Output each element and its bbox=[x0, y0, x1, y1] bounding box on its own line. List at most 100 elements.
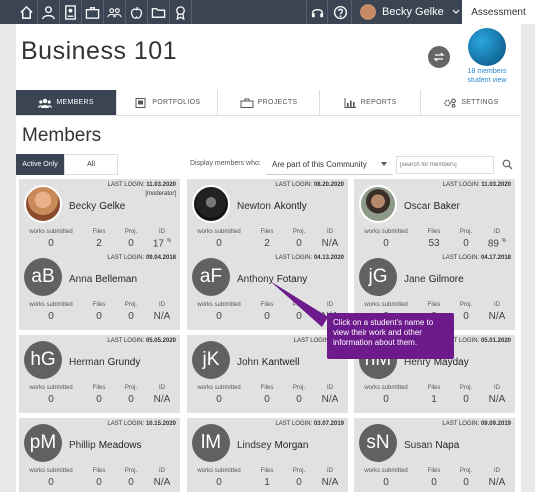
filter-active-only-button[interactable]: Active Only bbox=[16, 154, 64, 175]
stat-value: 0 bbox=[84, 394, 114, 405]
user-menu[interactable]: Becky Gelke bbox=[360, 0, 460, 24]
member-avatar[interactable]: aB bbox=[24, 258, 62, 296]
stat-label: Files bbox=[427, 385, 441, 391]
stat-label: works submitted bbox=[197, 302, 241, 308]
help-tooltip: Click on a student's name to view their … bbox=[327, 313, 454, 359]
briefcase-icon[interactable] bbox=[82, 0, 104, 24]
stat-number: 0 bbox=[383, 238, 389, 249]
person-icon[interactable] bbox=[38, 0, 60, 24]
stat-label: works submitted bbox=[197, 468, 241, 474]
stat-value: 0 bbox=[419, 477, 449, 488]
member-last-name: Grundy bbox=[107, 357, 141, 368]
stat-label: Proj. bbox=[459, 302, 473, 308]
member-avatar[interactable]: pM bbox=[24, 424, 62, 462]
stat-label: works submitted bbox=[364, 229, 408, 235]
member-first-name: Newton bbox=[237, 201, 271, 212]
switch-view-button[interactable] bbox=[428, 46, 450, 68]
stat-value: 0 bbox=[284, 238, 314, 249]
last-login-date: 03.07.2019 bbox=[313, 421, 344, 427]
member-name-link[interactable]: Newton Akontly bbox=[237, 201, 307, 212]
search-button[interactable] bbox=[500, 157, 514, 171]
stat-works: works submitted 0 bbox=[21, 229, 81, 249]
stat-value: 0 bbox=[116, 394, 146, 405]
member-name-link[interactable]: Susan Napa bbox=[404, 440, 459, 451]
portfolios-icon bbox=[135, 97, 146, 108]
assessment-tab[interactable]: Assessment bbox=[462, 0, 535, 24]
member-name-link[interactable]: Herman Grundy bbox=[69, 357, 140, 368]
folder-icon[interactable] bbox=[148, 0, 170, 24]
member-name-link[interactable]: Becky Gelke bbox=[69, 201, 125, 212]
group-icon[interactable] bbox=[104, 0, 126, 24]
swap-icon bbox=[433, 52, 445, 62]
stat-value: 2 bbox=[252, 238, 282, 249]
stat-value: 0 bbox=[356, 477, 416, 488]
member-search-input[interactable] bbox=[396, 156, 494, 174]
last-login: LAST LOGIN: 10.15.2020 bbox=[107, 421, 176, 427]
member-first-name: Susan bbox=[404, 440, 433, 451]
headset-icon[interactable] bbox=[306, 0, 328, 24]
stat-value: N/A bbox=[482, 477, 512, 488]
badge-icon[interactable] bbox=[170, 0, 192, 24]
member-card: hG Herman Grundy LAST LOGIN: 05.05.2020 work… bbox=[19, 335, 180, 413]
stat-works: works submitted 0 bbox=[356, 229, 416, 249]
member-avatar[interactable] bbox=[192, 185, 230, 223]
member-avatar[interactable]: sN bbox=[359, 424, 397, 462]
member-avatar[interactable] bbox=[359, 185, 397, 223]
id-card-icon[interactable] bbox=[60, 0, 82, 24]
tab-portfolios[interactable]: PORTFOLIOS bbox=[117, 90, 219, 115]
tab-reports[interactable]: REPORTS bbox=[320, 90, 421, 115]
member-avatar[interactable]: jG bbox=[359, 258, 397, 296]
stat-label: Proj. bbox=[459, 468, 473, 474]
member-avatar[interactable]: lM bbox=[192, 424, 230, 462]
help-icon[interactable] bbox=[330, 0, 352, 24]
stat-number: 0 bbox=[216, 238, 222, 249]
home-icon[interactable] bbox=[16, 0, 38, 24]
stat-number: N/A bbox=[488, 394, 506, 405]
tab-projects[interactable]: PROJECTS bbox=[218, 90, 320, 115]
last-login: LAST LOGIN: 05.05.2020 bbox=[107, 338, 176, 344]
member-name-link[interactable]: Oscar Baker bbox=[404, 201, 460, 212]
member-avatar[interactable]: hG bbox=[24, 341, 62, 379]
stat-value: 0 bbox=[284, 311, 314, 322]
member-name-link[interactable]: Jane Gilmore bbox=[404, 274, 464, 285]
member-name-link[interactable]: Phillip Meadows bbox=[69, 440, 142, 451]
community-picture[interactable] bbox=[468, 28, 506, 66]
last-login: LAST LOGIN: 11.03.2020 bbox=[443, 182, 511, 188]
last-login-date: 11.03.2020 bbox=[481, 182, 511, 188]
stat-id: ID N/A bbox=[315, 468, 345, 488]
stat-label: ID bbox=[494, 302, 500, 308]
stat-number: 0 bbox=[383, 477, 389, 488]
stat-number: 0 bbox=[296, 238, 302, 249]
stat-number: N/A bbox=[321, 238, 339, 249]
member-stats: works submitted 0 Files 0 Proj. 0 ID N/A bbox=[354, 468, 515, 492]
apple-icon[interactable] bbox=[126, 0, 148, 24]
filter-all-button[interactable]: All bbox=[64, 154, 118, 175]
stat-number: 0 bbox=[96, 477, 102, 488]
last-login-label: LAST LOGIN: bbox=[107, 338, 145, 344]
member-name-link[interactable]: Anna Belleman bbox=[69, 274, 137, 285]
member-name-link[interactable]: John Kantwell bbox=[237, 357, 300, 368]
member-avatar[interactable] bbox=[24, 185, 62, 223]
member-avatar[interactable]: jK bbox=[192, 341, 230, 379]
user-name: Becky Gelke bbox=[382, 6, 444, 18]
stat-files: Files 0 bbox=[252, 385, 282, 405]
stat-label: Proj. bbox=[124, 385, 138, 391]
tab-members[interactable]: MEMBERS bbox=[16, 90, 118, 115]
member-name-link[interactable]: Anthony Fotany bbox=[237, 274, 307, 285]
last-login-date: 05.05.2020 bbox=[145, 338, 176, 344]
stat-id: ID 89 % bbox=[482, 229, 512, 249]
tab-settings[interactable]: SETTINGS bbox=[421, 90, 521, 115]
student-view-link[interactable]: 18 members student view bbox=[456, 67, 518, 85]
stat-label: Files bbox=[427, 468, 441, 474]
member-avatar[interactable]: aF bbox=[192, 258, 230, 296]
chevron-down-icon bbox=[452, 9, 460, 14]
stat-value: 0 bbox=[189, 311, 249, 322]
stat-value: N/A bbox=[482, 394, 512, 405]
member-last-name: Napa bbox=[435, 440, 460, 451]
stat-value: 53 bbox=[419, 238, 449, 249]
stat-value: 17 % bbox=[147, 238, 177, 249]
caret-down-icon bbox=[381, 162, 387, 166]
member-name-link[interactable]: Lindsey Morgan bbox=[237, 440, 308, 451]
stat-number: N/A bbox=[321, 477, 339, 488]
display-members-select[interactable]: Are part of this Community bbox=[266, 154, 393, 175]
